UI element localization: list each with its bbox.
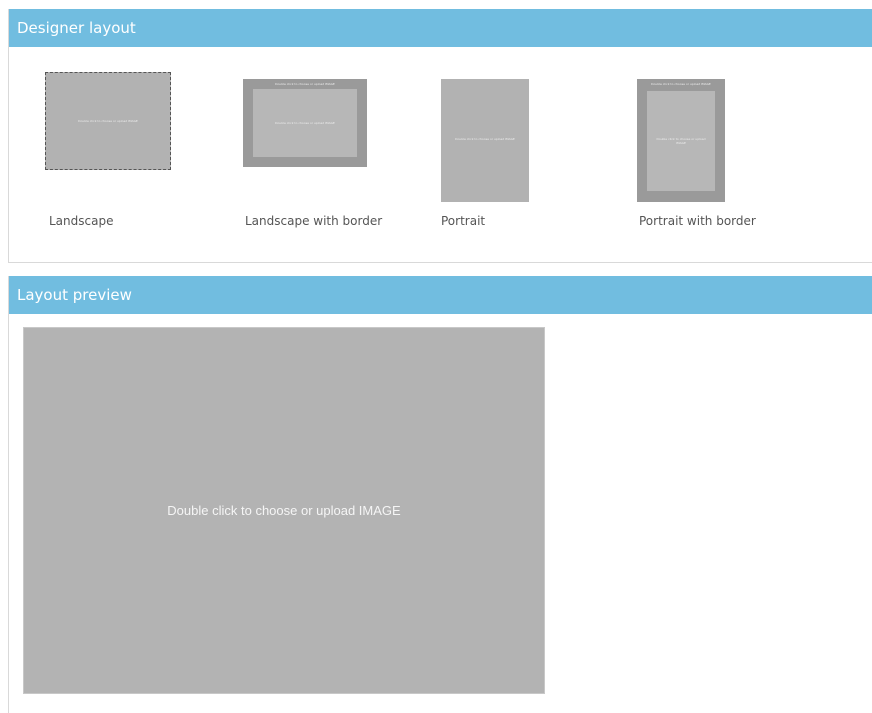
designer-layout-panel: Designer layout Double click to choose o… (8, 9, 872, 263)
layout-label-landscape[interactable]: Landscape (49, 214, 113, 228)
layout-option-portrait[interactable]: Double click to choose or upload IMAGE (441, 79, 529, 203)
portrait-thumbnail: Double click to choose or upload IMAGE (441, 79, 529, 202)
layout-option-portrait-with-border[interactable]: Double click to choose or upload IMAGE D… (637, 79, 725, 203)
portrait-border-inner: Double click to choose or upload IMAGE (647, 91, 715, 191)
layout-preview-panel: Layout preview Double click to choose or… (8, 276, 872, 713)
portrait-border-top-caption: Double click to choose or upload IMAGE (651, 82, 711, 86)
layout-label-landscape-with-border[interactable]: Landscape with border (245, 214, 382, 228)
landscape-border-thumbnail: Double click to choose or upload IMAGE D… (243, 79, 367, 167)
landscape-border-top-caption: Double click to choose or upload IMAGE (275, 82, 335, 86)
image-upload-area[interactable]: Double click to choose or upload IMAGE (23, 327, 545, 694)
landscape-border-thumbnail-text: Double click to choose or upload IMAGE (275, 121, 335, 125)
layout-preview-header: Layout preview (9, 276, 872, 314)
layout-label-portrait[interactable]: Portrait (441, 214, 485, 228)
designer-layout-header: Designer layout (9, 9, 872, 47)
layout-option-landscape[interactable]: Double click to choose or upload IMAGE (45, 72, 173, 172)
portrait-border-thumbnail: Double click to choose or upload IMAGE D… (637, 79, 725, 202)
portrait-thumbnail-text: Double click to choose or upload IMAGE (455, 137, 515, 141)
landscape-border-inner: Double click to choose or upload IMAGE (253, 89, 357, 157)
portrait-border-thumbnail-text: Double click to choose or upload IMAGE (656, 137, 706, 145)
layout-label-portrait-with-border[interactable]: Portrait with border (639, 214, 756, 228)
landscape-thumbnail: Double click to choose or upload IMAGE (45, 72, 171, 170)
landscape-thumbnail-text: Double click to choose or upload IMAGE (78, 119, 138, 123)
upload-placeholder-text: Double click to choose or upload IMAGE (167, 503, 401, 518)
layout-option-landscape-with-border[interactable]: Double click to choose or upload IMAGE D… (243, 79, 367, 169)
